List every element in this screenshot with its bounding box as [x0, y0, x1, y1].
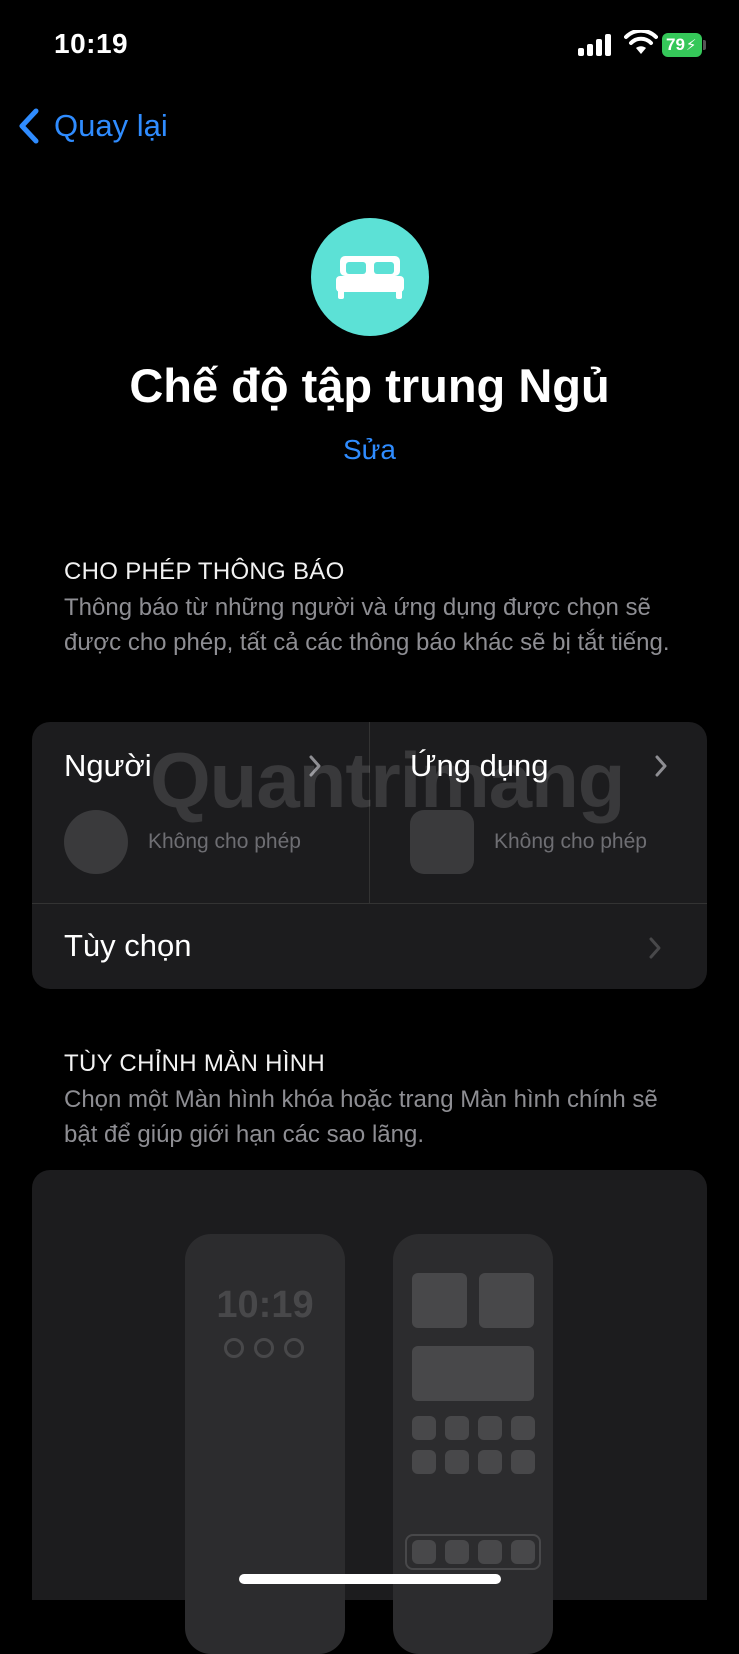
- page-title: Chế độ tập trung Ngủ: [129, 359, 610, 412]
- battery-level: 79: [666, 35, 685, 54]
- people-status: Không cho phép: [148, 830, 301, 853]
- widget-ring-icon: [254, 1338, 274, 1358]
- cellular-signal-icon: [578, 34, 614, 56]
- widget-tile: [479, 1273, 534, 1328]
- app-tile: [478, 1450, 502, 1474]
- widget-ring-icon: [284, 1338, 304, 1358]
- wifi-icon: [624, 28, 658, 56]
- sleep-focus-icon: [311, 218, 429, 336]
- widget-tile: [412, 1273, 467, 1328]
- chevron-right-icon: [649, 937, 661, 959]
- options-row[interactable]: Tùy chọn: [32, 904, 707, 989]
- options-label: Tùy chọn: [64, 928, 192, 963]
- lock-screen-preview[interactable]: 10:19: [185, 1234, 345, 1654]
- screens-card: 10:19: [32, 1170, 707, 1654]
- back-button[interactable]: Quay lại: [18, 108, 168, 144]
- customize-screens-heading: TÙY CHỈNH MÀN HÌNH: [64, 1050, 325, 1077]
- app-tile: [511, 1450, 535, 1474]
- dock-app-tile: [445, 1540, 469, 1564]
- app-tile: [412, 1416, 436, 1440]
- app-tile: [445, 1416, 469, 1440]
- chevron-right-icon: [655, 755, 667, 777]
- dock-app-tile: [412, 1540, 436, 1564]
- watermark-logo: Quantrimang: [150, 736, 625, 824]
- home-indicator[interactable]: [239, 1574, 501, 1584]
- allow-notifications-heading: CHO PHÉP THÔNG BÁO: [64, 558, 345, 585]
- chevron-left-icon: [19, 108, 39, 144]
- dock-app-tile: [511, 1540, 535, 1564]
- dock-app-tile: [478, 1540, 502, 1564]
- bed-icon: [336, 256, 404, 299]
- app-tile: [445, 1450, 469, 1474]
- battery-cap: [703, 40, 706, 50]
- edit-button[interactable]: Sửa: [0, 434, 739, 466]
- lock-screen-time: 10:19: [216, 1284, 314, 1326]
- people-label: Người: [64, 748, 152, 783]
- battery-icon: 79 ⚡: [662, 33, 702, 57]
- app-tile: [511, 1416, 535, 1440]
- apps-status: Không cho phép: [494, 830, 647, 853]
- widget-tile: [412, 1346, 534, 1401]
- app-tile: [478, 1416, 502, 1440]
- widget-ring-icon: [224, 1338, 244, 1358]
- back-label: Quay lại: [54, 108, 168, 143]
- people-avatar-placeholder: [64, 810, 128, 874]
- status-time: 10:19: [54, 28, 129, 59]
- app-tile: [412, 1450, 436, 1474]
- allow-notifications-description: Thông báo từ những người và ứng dụng đượ…: [64, 594, 670, 656]
- home-screen-preview[interactable]: [393, 1234, 553, 1654]
- customize-screens-description: Chọn một Màn hình khóa hoặc trang Màn hì…: [64, 1086, 658, 1148]
